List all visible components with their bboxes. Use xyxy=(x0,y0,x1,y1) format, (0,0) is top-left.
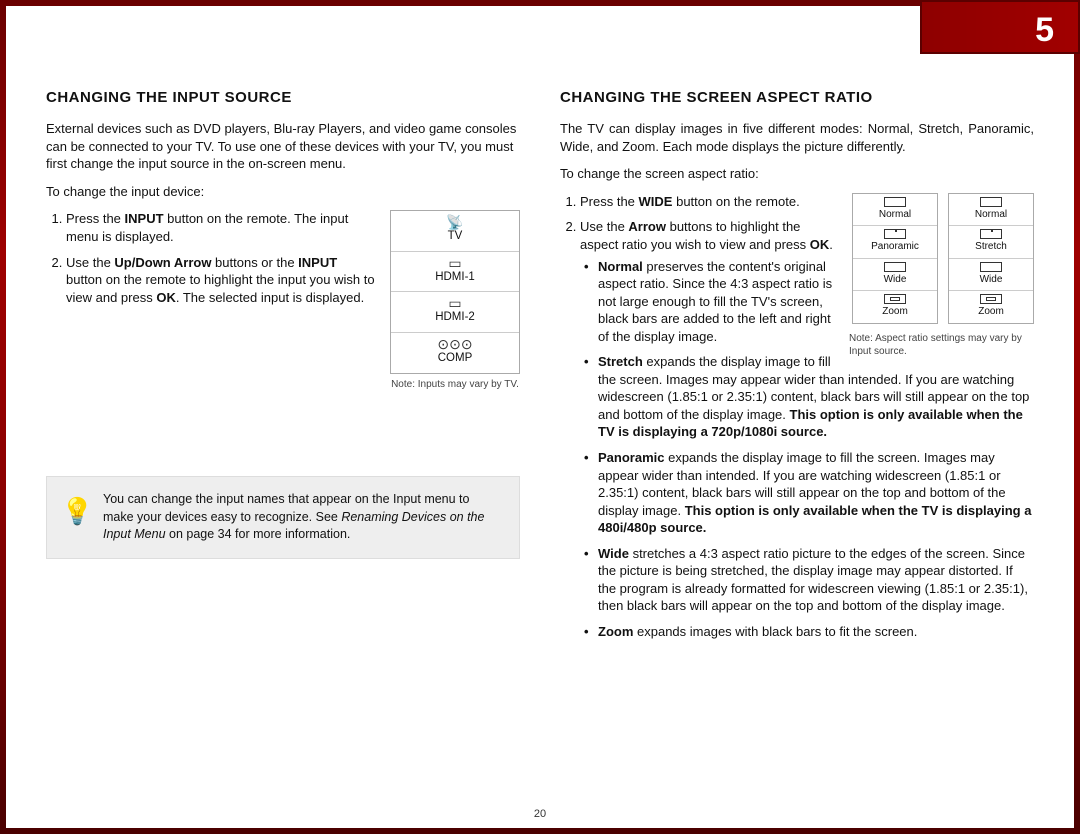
chapter-number: 5 xyxy=(1035,11,1054,49)
input-menu-item-tv: 📡 TV xyxy=(391,211,519,252)
input-menu-note: Note: Inputs may vary by TV. xyxy=(390,378,520,392)
hdmi-icon: ▭ xyxy=(391,296,519,310)
aspect-icon-normal xyxy=(884,197,906,207)
aspect-item-stretch: Stretch xyxy=(949,226,1033,259)
heading-input-source: CHANGING THE INPUT SOURCE xyxy=(46,88,520,108)
aspect-descriptions: Normal preserves the content's original … xyxy=(580,258,1034,641)
input-menu-item-hdmi2: ▭ HDMI-2 xyxy=(391,292,519,333)
lightbulb-icon: 💡 xyxy=(61,493,93,529)
aspect-item-panoramic: Panoramic xyxy=(853,226,937,259)
steps-list: Press the WIDE button on the remote. Use… xyxy=(560,193,1034,641)
left-column: CHANGING THE INPUT SOURCE External devic… xyxy=(46,88,520,650)
manual-page: 5 CHANGING THE INPUT SOURCE External dev… xyxy=(6,6,1074,828)
tip-callout: 💡 You can change the input names that ap… xyxy=(46,476,520,559)
input-menu-figure: 📡 TV ▭ HDMI-1 ▭ HDMI-2 ⊙⊙⊙ COMP xyxy=(390,210,520,391)
intro-text: The TV can display images in five differ… xyxy=(560,120,1034,155)
two-column-layout: CHANGING THE INPUT SOURCE External devic… xyxy=(46,88,1034,650)
input-menu-item-comp: ⊙⊙⊙ COMP xyxy=(391,333,519,373)
desc-panoramic: Panoramic expands the display image to f… xyxy=(580,449,1034,537)
right-column: CHANGING THE SCREEN ASPECT RATIO The TV … xyxy=(560,88,1034,650)
lead-text: To change the input device: xyxy=(46,183,520,201)
desc-wide: Wide stretches a 4:3 aspect ratio pictur… xyxy=(580,545,1034,615)
intro-text: External devices such as DVD players, Bl… xyxy=(46,120,520,173)
aspect-item-normal: Normal xyxy=(949,194,1033,227)
page-footer-number: 20 xyxy=(6,807,1074,822)
heading-aspect-ratio: CHANGING THE SCREEN ASPECT RATIO xyxy=(560,88,1034,108)
input-menu-label: HDMI-2 xyxy=(435,311,475,323)
desc-normal: Normal preserves the content's original … xyxy=(580,258,1034,346)
aspect-icon-stretch xyxy=(980,229,1002,239)
component-icon: ⊙⊙⊙ xyxy=(391,337,519,351)
aspect-icon-normal xyxy=(980,197,1002,207)
chapter-number-tab: 5 xyxy=(920,0,1080,54)
input-menu-box: 📡 TV ▭ HDMI-1 ▭ HDMI-2 ⊙⊙⊙ COMP xyxy=(390,210,520,373)
hdmi-icon: ▭ xyxy=(391,256,519,270)
aspect-icon-panoramic xyxy=(884,229,906,239)
input-menu-label: TV xyxy=(448,230,463,242)
desc-stretch: Stretch expands the display image to fil… xyxy=(580,353,1034,441)
lead-text: To change the screen aspect ratio: xyxy=(560,165,1034,183)
antenna-icon: 📡 xyxy=(391,215,519,229)
input-menu-label: HDMI-1 xyxy=(435,271,475,283)
input-menu-item-hdmi1: ▭ HDMI-1 xyxy=(391,252,519,293)
step-2: Use the Arrow buttons to highlight the a… xyxy=(580,218,1034,640)
desc-zoom: Zoom expands images with black bars to f… xyxy=(580,623,1034,641)
input-menu-label: COMP xyxy=(438,352,473,364)
aspect-item-normal: Normal xyxy=(853,194,937,227)
